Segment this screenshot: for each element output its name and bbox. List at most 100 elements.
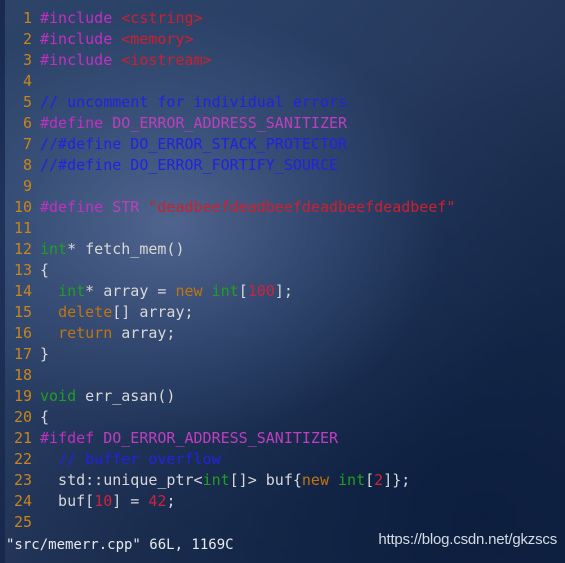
line-number: 12	[13, 240, 32, 258]
code-token: []> buf{	[229, 471, 302, 489]
code-token: * fetch_mem()	[67, 240, 185, 258]
code-line[interactable]: 14 int* array = new int[100];	[0, 281, 565, 302]
code-line[interactable]: 4	[0, 71, 565, 92]
code-token: ] =	[112, 492, 149, 510]
code-token: #include	[40, 9, 122, 27]
code-line-content[interactable]: #include <cstring>	[40, 9, 203, 27]
code-line[interactable]: 10 #define STR "deadbeefdeadbeefdeadbeefd…	[0, 197, 565, 218]
line-number: 18	[13, 366, 32, 384]
code-token: <iostream>	[121, 51, 212, 69]
code-token: //#define DO_ERROR_FORTIFY_SOURCE	[40, 156, 339, 174]
code-line[interactable]: 23 std::unique_ptr<int[]> buf{new int[2]…	[0, 470, 565, 491]
code-token: DO_ERROR_ADDRESS_SANITIZER	[112, 114, 348, 132]
code-line-content[interactable]: // uncomment for individual errors	[40, 93, 347, 111]
code-token: "deadbeefdeadbeefdeadbeefdeadbeef"	[148, 198, 456, 216]
code-line-content[interactable]: #ifdef DO_ERROR_ADDRESS_SANITIZER	[40, 429, 338, 447]
code-token: 42	[148, 492, 167, 510]
code-token: int	[58, 282, 86, 300]
code-line[interactable]: 25	[0, 512, 565, 533]
code-line[interactable]: 11	[0, 218, 565, 239]
code-line[interactable]: 16 return array;	[0, 323, 565, 344]
code-token: [] array;	[112, 303, 194, 321]
code-line[interactable]: 15 delete[] array;	[0, 302, 565, 323]
code-token: #define	[40, 198, 113, 216]
code-token: * array =	[85, 282, 176, 300]
code-token: int	[338, 471, 366, 489]
code-token: void	[40, 387, 77, 405]
code-token: [	[365, 471, 375, 489]
code-line-content[interactable]: #define STR "deadbeefdeadbeefdeadbeefdea…	[40, 198, 455, 216]
line-number: 23	[13, 471, 32, 489]
code-line[interactable]: 9	[0, 176, 565, 197]
code-line[interactable]: 8 //#define DO_ERROR_FORTIFY_SOURCE	[0, 155, 565, 176]
code-token: {	[40, 408, 50, 426]
code-token: // buffer overflow	[58, 450, 221, 468]
code-token: // uncomment for individual errors	[40, 93, 348, 111]
code-token: ;	[166, 492, 176, 510]
code-token: int	[202, 471, 230, 489]
code-line-content[interactable]: void err_asan()	[40, 387, 175, 405]
code-line-content[interactable]: std::unique_ptr<int[]> buf{new int[2]};	[40, 471, 410, 489]
code-line-content[interactable]: }	[40, 345, 49, 363]
code-token: DO_ERROR_ADDRESS_SANITIZER	[103, 429, 339, 447]
code-line-content[interactable]: // buffer overflow	[40, 450, 221, 468]
code-line[interactable]: 19 void err_asan()	[0, 386, 565, 407]
line-number: 4	[22, 72, 32, 90]
code-line[interactable]: 5 // uncomment for individual errors	[0, 92, 565, 113]
code-token: 2	[374, 471, 384, 489]
code-line-content[interactable]: int* array = new int[100];	[40, 282, 293, 300]
line-number: 3	[22, 51, 32, 69]
code-line[interactable]: 18	[0, 365, 565, 386]
code-editor-area[interactable]: 1 #include <cstring> 2 #include <memory> 3 #i…	[0, 0, 565, 533]
code-line[interactable]: 13 {	[0, 260, 565, 281]
code-line[interactable]: 3 #include <iostream>	[0, 50, 565, 71]
terminal-window: 1 #include <cstring> 2 #include <memory> 3 #i…	[0, 0, 565, 563]
code-token: STR	[112, 198, 149, 216]
code-line-content[interactable]: //#define DO_ERROR_STACK_PROTECTOR	[40, 135, 347, 153]
code-line[interactable]: 12 int* fetch_mem()	[0, 239, 565, 260]
code-token: }	[40, 345, 50, 363]
code-token: 10	[94, 492, 113, 510]
code-line-content[interactable]: buf[10] = 42;	[40, 492, 175, 510]
code-line-content[interactable]: #include <memory>	[40, 30, 194, 48]
line-number: 25	[13, 513, 32, 531]
code-line-content[interactable]: #define DO_ERROR_ADDRESS_SANITIZER	[40, 114, 347, 132]
code-line-content[interactable]: //#define DO_ERROR_FORTIFY_SOURCE	[40, 156, 338, 174]
code-line[interactable]: 6 #define DO_ERROR_ADDRESS_SANITIZER	[0, 113, 565, 134]
line-number: 22	[13, 450, 32, 468]
code-line[interactable]: 1 #include <cstring>	[0, 8, 565, 29]
line-number: 16	[13, 324, 32, 342]
code-token: //#define DO_ERROR_STACK_PROTECTOR	[40, 135, 348, 153]
code-line[interactable]: 2 #include <memory>	[0, 29, 565, 50]
code-token: delete	[58, 303, 113, 321]
code-line[interactable]: 20 {	[0, 407, 565, 428]
line-number: 6	[22, 114, 32, 132]
code-line[interactable]: 22 // buffer overflow	[0, 449, 565, 470]
line-number: 1	[22, 9, 32, 27]
code-token: new	[301, 471, 329, 489]
code-line-content[interactable]: {	[40, 261, 49, 279]
line-number: 21	[13, 429, 32, 447]
code-line[interactable]: 7 //#define DO_ERROR_STACK_PROTECTOR	[0, 134, 565, 155]
code-line-content[interactable]: delete[] array;	[40, 303, 194, 321]
code-token: 100	[247, 282, 275, 300]
line-number: 19	[13, 387, 32, 405]
line-number: 9	[22, 177, 32, 195]
code-token: return	[58, 324, 113, 342]
code-token: #include	[40, 30, 122, 48]
code-line[interactable]: 17}	[0, 344, 565, 365]
code-line[interactable]: 21 #ifdef DO_ERROR_ADDRESS_SANITIZER	[0, 428, 565, 449]
code-line-content[interactable]: #include <iostream>	[40, 51, 212, 69]
code-line-content[interactable]: int* fetch_mem()	[40, 240, 185, 258]
code-token: [	[238, 282, 248, 300]
code-token: err_asan()	[76, 387, 176, 405]
line-number: 13	[13, 261, 32, 279]
code-token: {	[40, 261, 50, 279]
code-line-content[interactable]: return array;	[40, 324, 175, 342]
code-line-content[interactable]: {	[40, 408, 49, 426]
code-line[interactable]: 24 buf[10] = 42;	[0, 491, 565, 512]
